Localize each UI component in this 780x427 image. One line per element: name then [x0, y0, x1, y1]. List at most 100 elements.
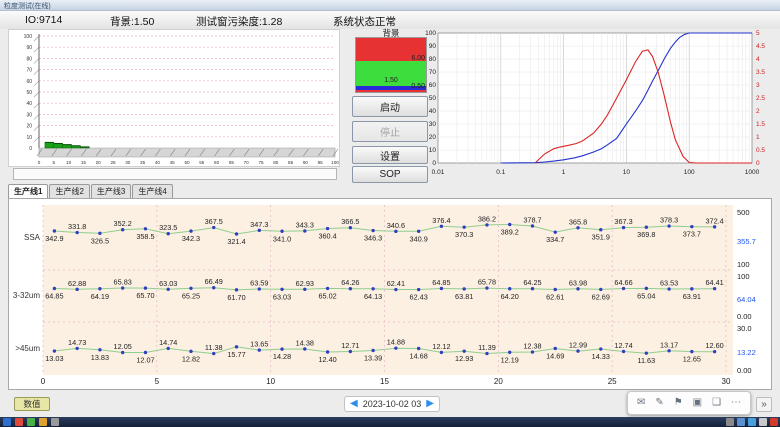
svg-text:12.60: 12.60: [705, 341, 723, 350]
svg-text:100: 100: [737, 272, 750, 281]
svg-text:55: 55: [199, 160, 205, 165]
gauge-current-value: 1.50: [384, 77, 398, 84]
tab-line-4[interactable]: 生产线4: [132, 184, 172, 198]
svg-text:0.00: 0.00: [737, 312, 752, 321]
taskbar-icon[interactable]: [39, 418, 47, 426]
svg-text:63.03: 63.03: [273, 292, 291, 301]
tab-line-2[interactable]: 生产线2: [49, 184, 89, 198]
taskbar-icon[interactable]: [759, 418, 767, 426]
svg-text:20: 20: [494, 377, 503, 386]
sop-button[interactable]: SOP: [352, 166, 428, 183]
taskbar-icon[interactable]: [51, 418, 59, 426]
svg-text:367.5: 367.5: [205, 217, 223, 226]
realtime-histogram-svg: 1020304050607080901000051015202530354045…: [9, 30, 339, 166]
prev-date-arrow[interactable]: ◀: [350, 399, 358, 409]
trend-chart-panel: 051015202530SSA500100355.7342.9331.8326.…: [8, 198, 772, 390]
svg-text:63.59: 63.59: [250, 279, 268, 288]
svg-text:3: 3: [756, 82, 760, 89]
pen-icon[interactable]: ✎: [655, 398, 663, 408]
svg-text:70: 70: [26, 68, 32, 74]
svg-text:367.3: 367.3: [614, 217, 632, 226]
svg-text:64.20: 64.20: [501, 292, 519, 301]
svg-text:11.63: 11.63: [637, 356, 655, 365]
taskbar-icon[interactable]: [3, 418, 11, 426]
svg-text:366.5: 366.5: [341, 217, 359, 226]
svg-text:14.33: 14.33: [592, 352, 610, 361]
svg-text:65.78: 65.78: [478, 278, 496, 287]
svg-text:5: 5: [155, 377, 160, 386]
taskbar-icon[interactable]: [737, 418, 745, 426]
svg-text:370.3: 370.3: [455, 230, 473, 239]
svg-text:100: 100: [684, 169, 695, 176]
svg-text:11.39: 11.39: [478, 343, 496, 352]
taskbar-icon[interactable]: [27, 418, 35, 426]
svg-text:100: 100: [331, 160, 339, 165]
svg-text:13.03: 13.03: [45, 354, 63, 363]
svg-text:14.74: 14.74: [159, 338, 177, 347]
next-date-arrow[interactable]: ▶: [426, 399, 434, 409]
svg-text:5: 5: [53, 160, 56, 165]
svg-text:5: 5: [756, 30, 760, 37]
svg-text:343.3: 343.3: [296, 220, 314, 229]
svg-text:1: 1: [562, 169, 566, 176]
svg-text:13.22: 13.22: [737, 348, 756, 357]
svg-text:62.43: 62.43: [410, 293, 428, 302]
folder-icon[interactable]: ❏: [712, 398, 721, 408]
svg-text:63.53: 63.53: [660, 279, 678, 288]
svg-text:64.66: 64.66: [614, 278, 632, 287]
svg-text:65.25: 65.25: [182, 291, 200, 300]
svg-text:64.25: 64.25: [523, 278, 541, 287]
svg-text:352.2: 352.2: [114, 219, 132, 228]
progress-strip: [13, 168, 337, 180]
app-window: 粒度测试(在线) IO:9714 背景:1.50 测试窗污染度:1.28 系统状…: [0, 0, 780, 427]
more-icon[interactable]: ⋯: [731, 398, 741, 408]
flag-icon[interactable]: ⚑: [674, 398, 683, 408]
taskbar-icon[interactable]: [770, 418, 778, 426]
svg-text:2: 2: [756, 108, 760, 115]
svg-text:14.68: 14.68: [410, 351, 428, 360]
taskbar-overflow-chevron[interactable]: »: [756, 397, 772, 412]
svg-text:30.0: 30.0: [737, 324, 752, 333]
svg-text:65.83: 65.83: [114, 278, 132, 287]
stop-button[interactable]: 停止: [352, 121, 428, 142]
svg-text:15: 15: [81, 160, 87, 165]
trend-chart-svg: 051015202530SSA500100355.7342.9331.8326.…: [9, 199, 771, 389]
svg-text:40: 40: [26, 101, 32, 107]
svg-text:373.7: 373.7: [683, 230, 701, 239]
image-icon[interactable]: ▣: [693, 398, 702, 408]
values-button[interactable]: 数值: [14, 397, 50, 411]
tab-line-1[interactable]: 生产线1: [8, 184, 48, 198]
svg-text:10: 10: [26, 135, 32, 141]
settings-button[interactable]: 设置: [352, 146, 428, 164]
svg-text:12.74: 12.74: [614, 341, 632, 350]
svg-text:20: 20: [96, 160, 102, 165]
svg-text:346.3: 346.3: [364, 234, 382, 243]
svg-text:386.2: 386.2: [478, 214, 496, 223]
svg-text:64.85: 64.85: [45, 291, 63, 300]
taskbar-icon[interactable]: [726, 418, 734, 426]
svg-text:40: 40: [155, 160, 161, 165]
svg-text:63.98: 63.98: [569, 278, 587, 287]
floating-toolbar: ✉ ✎ ⚑ ▣ ❏ ⋯: [627, 391, 751, 415]
taskbar-icon[interactable]: [15, 418, 23, 426]
svg-text:331.8: 331.8: [68, 222, 86, 231]
taskbar-right-icons: [726, 418, 778, 426]
svg-text:25: 25: [110, 160, 116, 165]
svg-text:90: 90: [429, 43, 437, 50]
tab-line-3[interactable]: 生产线3: [91, 184, 131, 198]
svg-text:358.5: 358.5: [136, 232, 154, 241]
chat-icon[interactable]: ✉: [637, 398, 645, 408]
svg-text:0.00: 0.00: [737, 366, 752, 375]
svg-text:30: 30: [125, 160, 131, 165]
taskbar-icon[interactable]: [748, 418, 756, 426]
svg-text:323.5: 323.5: [159, 223, 177, 232]
svg-text:0: 0: [41, 377, 46, 386]
svg-text:65.02: 65.02: [318, 291, 336, 300]
start-button[interactable]: 启动: [352, 96, 428, 117]
svg-text:326.5: 326.5: [91, 236, 109, 245]
svg-text:64.13: 64.13: [364, 292, 382, 301]
svg-text:45: 45: [170, 160, 176, 165]
svg-text:30: 30: [429, 121, 437, 128]
svg-text:378.7: 378.7: [523, 215, 541, 224]
size-distribution-svg: 010203040506070809010000.511.522.533.544…: [422, 27, 780, 187]
